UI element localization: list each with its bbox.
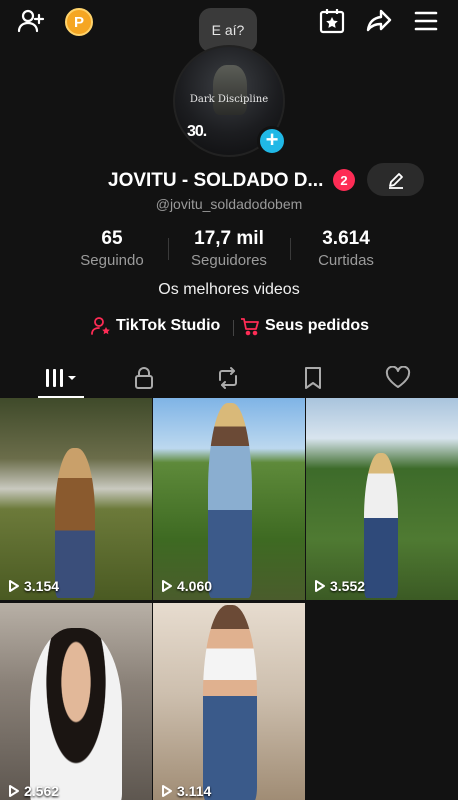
view-count: 3.114 (161, 783, 211, 799)
bookmark-icon (305, 367, 321, 389)
play-icon (9, 785, 19, 797)
stat-label: Curtidas (318, 252, 374, 269)
share-icon[interactable] (364, 6, 394, 36)
pencil-icon (388, 172, 403, 189)
thumbnail-figure (364, 453, 398, 598)
thumbnail-figure (203, 605, 257, 800)
tab-private[interactable] (114, 358, 174, 398)
view-count: 3.154 (8, 578, 59, 594)
avatar-caption: Dark Discipline (189, 94, 269, 105)
view-count: 3.552 (314, 578, 365, 594)
tiktok-studio-link[interactable]: TikTok Studio (91, 316, 220, 336)
video-thumbnail[interactable]: 4.060 (153, 398, 305, 600)
tiktok-studio-label: TikTok Studio (116, 317, 221, 334)
divider (233, 320, 234, 336)
orders-link[interactable]: Seus pedidos (240, 316, 369, 336)
thumbnail-figure (55, 448, 95, 598)
stat-followers[interactable]: 17,7 mil Seguidores (174, 228, 284, 269)
play-icon (9, 580, 19, 592)
video-thumbnail[interactable]: 2.562 (0, 603, 152, 800)
orders-label: Seus pedidos (265, 317, 370, 334)
stat-value: 3.614 (322, 228, 370, 249)
edit-profile-button[interactable] (367, 163, 424, 196)
stat-value: 17,7 mil (194, 228, 264, 249)
profile-links: TikTok Studio Seus pedidos (0, 316, 458, 340)
video-thumbnail[interactable]: 3.552 (306, 398, 458, 600)
repost-icon (219, 367, 237, 389)
notification-badge[interactable]: 2 (333, 169, 355, 191)
cart-icon (241, 318, 259, 336)
thumbnail-figure (30, 628, 122, 800)
view-count: 2.562 (8, 783, 59, 799)
view-count-value: 4.060 (177, 578, 213, 594)
calendar-star-icon[interactable] (317, 6, 347, 36)
stat-value: 65 (101, 228, 123, 249)
play-icon (162, 580, 172, 592)
stat-label: Seguidores (191, 252, 267, 269)
video-thumbnail[interactable]: 3.154 (0, 398, 152, 600)
avatar-number: 30. (187, 123, 207, 140)
view-count-value: 3.552 (330, 578, 366, 594)
tab-favorites[interactable] (283, 358, 343, 398)
profile-bio: Os melhores videos (158, 281, 300, 298)
thumbnail-figure (208, 403, 252, 598)
video-thumbnail[interactable]: 3.114 (153, 603, 305, 800)
studio-person-icon (91, 317, 110, 335)
lock-icon (135, 367, 153, 389)
grid-icon (46, 369, 76, 387)
add-friend-icon[interactable] (16, 6, 46, 36)
view-count: 4.060 (161, 578, 212, 594)
coin-icon[interactable]: P (65, 8, 93, 36)
content-tabs (0, 358, 458, 398)
stat-label: Seguindo (80, 252, 144, 269)
tab-reposts[interactable] (198, 358, 258, 398)
divider (168, 238, 169, 260)
play-icon (162, 785, 172, 797)
heart-icon (385, 366, 411, 388)
profile-name: JOVITU - SOLDADO D... (108, 170, 324, 191)
status-bubble-text: E aí? (211, 22, 245, 38)
play-icon (315, 580, 325, 592)
add-avatar-button[interactable]: + (257, 126, 287, 156)
stat-following[interactable]: 65 Seguindo (57, 228, 167, 269)
tab-videos[interactable] (30, 358, 90, 398)
view-count-value: 2.562 (24, 783, 60, 799)
view-count-value: 3.154 (24, 578, 60, 594)
view-count-value: 3.114 (177, 783, 212, 799)
menu-icon[interactable] (411, 6, 441, 36)
stat-likes[interactable]: 3.614 Curtidas (291, 228, 401, 269)
profile-handle: @jovitu_soldadodobem (155, 196, 303, 212)
tab-liked[interactable] (368, 358, 428, 398)
avatar-figure (213, 65, 247, 115)
